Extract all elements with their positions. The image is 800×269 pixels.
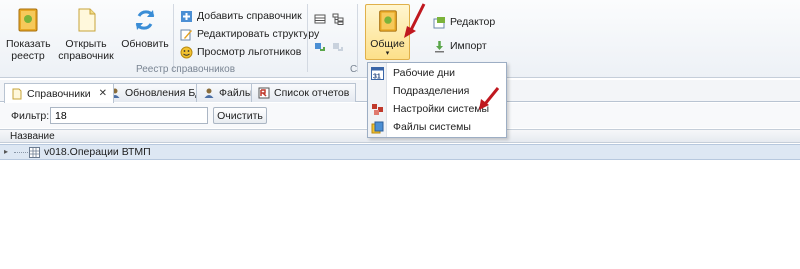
settings-icon — [372, 103, 383, 115]
menu-item-label: Файлы системы — [393, 121, 471, 133]
report-icon — [258, 87, 270, 99]
refresh-icon — [135, 10, 155, 30]
menu-item-label: Рабочие дни — [393, 67, 456, 79]
move-icon[interactable] — [314, 42, 326, 54]
red-arrow-annotation — [404, 3, 426, 38]
table-icon — [29, 147, 40, 158]
filter-input[interactable] — [50, 107, 208, 124]
add-icon — [181, 10, 192, 22]
add-ref-label: Добавить справочник — [197, 10, 302, 22]
group-registry-label: Реестр справочников — [136, 64, 236, 75]
editor-icon — [433, 16, 445, 28]
edit-icon — [180, 29, 192, 40]
tree-line — [14, 152, 28, 153]
book-icon — [18, 8, 38, 32]
view-benefits-button[interactable]: Просмотр льготников — [180, 44, 301, 60]
tab-references[interactable]: Справочники ✕ — [4, 83, 115, 103]
expand-icon[interactable]: ▸ — [4, 147, 8, 156]
view-benefits-label: Просмотр льготников — [197, 46, 302, 58]
import-icon — [435, 40, 444, 52]
table-icon[interactable] — [314, 13, 326, 25]
tree-icon[interactable] — [332, 13, 344, 25]
ribbon-separator — [357, 4, 358, 72]
move-disabled-icon — [333, 43, 343, 51]
editor-button[interactable]: Редактор — [433, 14, 495, 30]
reference-grid: Название ▸ v018.Операции ВТМП — [0, 129, 800, 269]
show-registry-button[interactable]: Показать реестр — [6, 6, 51, 62]
tab-reports[interactable]: Список отчетов — [251, 83, 357, 102]
files-icon — [371, 121, 384, 133]
calendar-icon: 31 — [371, 66, 384, 80]
chevron-down-icon: ▾ — [385, 50, 390, 57]
table-row[interactable]: ▸ v018.Операции ВТМП — [0, 144, 800, 160]
red-arrow-annotation — [479, 87, 500, 110]
refresh-button[interactable]: Обновить — [120, 6, 170, 50]
ribbon-separator — [307, 4, 308, 72]
editor-label: Редактор — [450, 16, 496, 28]
tab-files[interactable]: Файлы — [196, 83, 260, 102]
open-ref-label: Открыть справочник — [58, 38, 114, 62]
tab-label: Справочники — [27, 87, 91, 100]
row-name: v018.Операции ВТМП — [44, 146, 151, 158]
clear-button[interactable]: Очистить — [213, 107, 267, 124]
book-icon — [378, 10, 397, 32]
import-label: Импорт — [450, 40, 487, 52]
menu-item-work-days[interactable]: 31 Рабочие дни — [368, 64, 506, 82]
refresh-label: Обновить — [121, 38, 169, 50]
tab-label: Обновления БД — [125, 87, 203, 99]
tab-label: Файлы — [219, 87, 253, 99]
edit-structure-label: Редактировать структуру — [197, 28, 320, 40]
document-icon — [78, 8, 96, 32]
smiley-icon — [180, 46, 193, 58]
svg-text:31: 31 — [373, 73, 381, 80]
add-ref-button[interactable]: Добавить справочник — [180, 8, 302, 24]
menu-item-label: Подразделения — [393, 85, 470, 97]
common-label: Общие — [370, 38, 405, 50]
edit-structure-button[interactable]: Редактировать структуру — [180, 26, 319, 42]
import-button[interactable]: Импорт — [433, 38, 487, 54]
show-registry-label: Показать реестр — [6, 38, 51, 62]
tab-label: Список отчетов — [274, 87, 350, 99]
open-ref-button[interactable]: Открыть справочник — [58, 6, 114, 62]
ribbon-separator — [173, 4, 174, 72]
tab-db-updates[interactable]: Обновления БД — [102, 83, 210, 102]
document-icon — [12, 88, 22, 99]
menu-item-label: Настройки системы — [393, 103, 490, 115]
blank-icon — [371, 85, 384, 98]
menu-item-system-files[interactable]: Файлы системы — [368, 118, 506, 136]
close-icon[interactable]: ✕ — [99, 88, 107, 99]
user-icon — [204, 88, 214, 98]
filter-label: Фильтр: — [11, 110, 50, 122]
